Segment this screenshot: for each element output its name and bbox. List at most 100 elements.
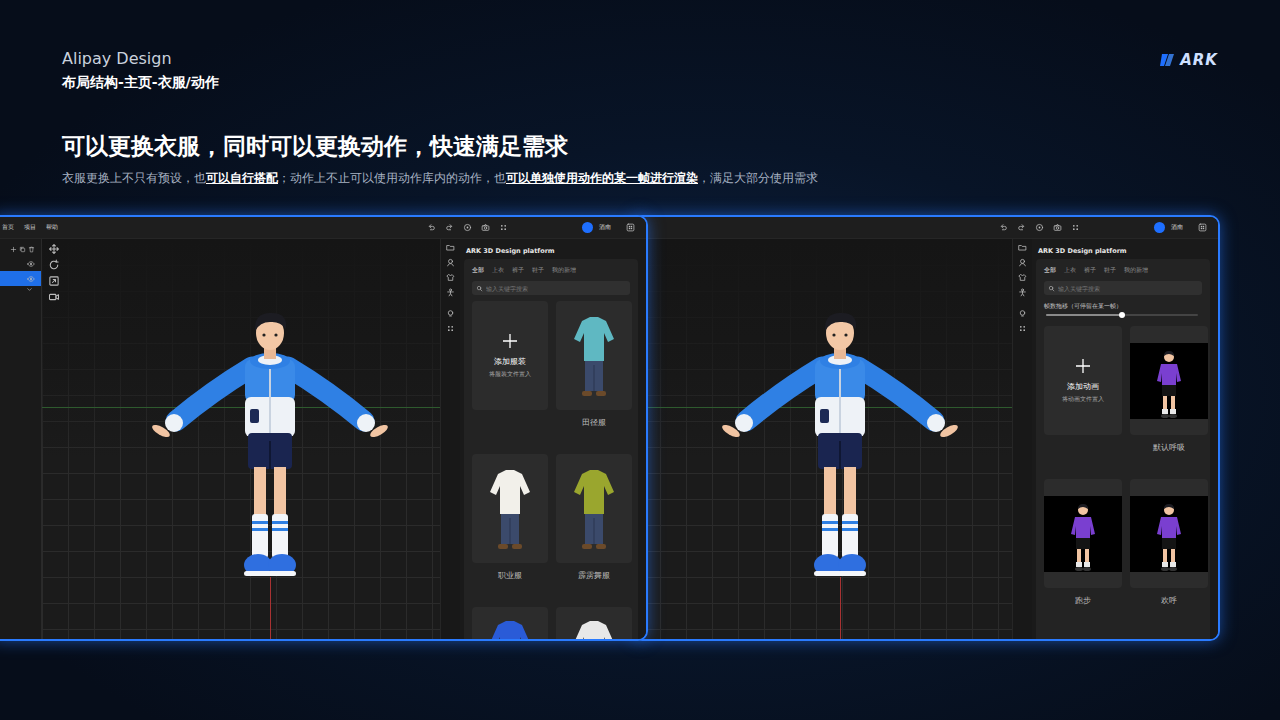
dots-icon[interactable] — [499, 223, 508, 232]
target-icon[interactable] — [1035, 223, 1044, 232]
camera-icon[interactable] — [481, 223, 490, 232]
search-input[interactable] — [1058, 285, 1198, 292]
asset-card[interactable] — [472, 607, 548, 639]
target-icon[interactable] — [463, 223, 472, 232]
apps-icon[interactable] — [1198, 223, 1207, 232]
eye-icon[interactable] — [27, 260, 35, 268]
undo-icon[interactable] — [427, 223, 436, 232]
asset-label: 霹雳舞服 — [556, 563, 632, 589]
head-icon[interactable] — [446, 258, 455, 267]
asset-card[interactable] — [472, 454, 548, 563]
intro: 可以更换衣服，同时可以更换动作，快速满足需求衣服更换上不只有预设，也可以自行搭配… — [0, 93, 1280, 187]
menu-item[interactable]: 首页 — [2, 223, 14, 232]
apps-button[interactable] — [1198, 223, 1207, 232]
viewport-3d[interactable] — [634, 239, 1012, 639]
add-card[interactable]: 添加动画将动画文件置入 — [1044, 326, 1122, 435]
undo-icon[interactable] — [999, 223, 1008, 232]
top-bar: 酒南 — [634, 217, 1218, 239]
frame-slider-knob[interactable] — [1119, 312, 1125, 318]
add-card-hint: 将动画文件置入 — [1062, 395, 1104, 404]
redo-icon[interactable] — [1017, 223, 1026, 232]
layer-row[interactable] — [0, 271, 41, 286]
head-icon[interactable] — [1018, 258, 1027, 267]
category-tabs: 全部上衣裤子鞋子我的新增 — [472, 265, 630, 275]
character-figure-icon[interactable] — [720, 309, 960, 589]
category-tab[interactable]: 我的新增 — [552, 265, 576, 275]
frame-slider-fill — [1046, 314, 1122, 316]
move-icon[interactable] — [48, 243, 60, 255]
header-titles: Alipay Design布局结构-主页-衣服/动作 — [62, 49, 219, 93]
section-title: 布局结构-主页-衣服/动作 — [62, 71, 219, 93]
category-tab[interactable]: 上衣 — [492, 265, 504, 275]
bulb-icon[interactable] — [446, 309, 455, 318]
top-bar: 首页 项目 帮助 酒南 — [0, 217, 646, 239]
dots-icon[interactable] — [1018, 324, 1027, 333]
add-card[interactable]: 添加服装将服装文件置入 — [472, 301, 548, 410]
dots-icon[interactable] — [446, 324, 455, 333]
asset-cell: 跑步 — [1044, 479, 1122, 632]
panel-icon-strip — [440, 239, 460, 639]
copy-icon[interactable] — [19, 246, 26, 253]
eye-icon[interactable] — [27, 275, 35, 283]
apps-button[interactable] — [626, 223, 635, 232]
folder-icon[interactable] — [1018, 243, 1027, 252]
chevron-icon[interactable] — [26, 286, 33, 293]
motion-figure-icon — [1149, 349, 1189, 419]
user-info[interactable]: 酒南 — [1154, 222, 1183, 233]
category-tab[interactable]: 上衣 — [1064, 265, 1076, 275]
asset-card[interactable] — [1130, 479, 1208, 588]
trash-icon[interactable] — [28, 246, 35, 253]
category-tab[interactable]: 全部 — [1044, 265, 1056, 275]
frame-slider-track[interactable] — [1046, 314, 1198, 316]
asset-card[interactable] — [556, 607, 632, 639]
category-tab[interactable]: 裤子 — [1084, 265, 1096, 275]
figure-icon[interactable] — [1018, 288, 1027, 297]
asset-grid: 添加服装将服装文件置入田径服职业服霹雳舞服 — [472, 301, 630, 639]
asset-cell: 田径服 — [556, 301, 632, 454]
video-icon[interactable] — [48, 291, 60, 303]
viewport-3d[interactable] — [42, 239, 440, 639]
bulb-icon[interactable] — [1018, 309, 1027, 318]
menu-item[interactable]: 项目 — [24, 223, 36, 232]
layer-expand[interactable] — [0, 286, 41, 298]
search-field[interactable] — [472, 281, 630, 295]
asset-card[interactable] — [556, 454, 632, 563]
user-info[interactable]: 酒南 — [582, 222, 611, 233]
shirt-icon[interactable] — [1018, 273, 1027, 282]
category-tab[interactable]: 裤子 — [512, 265, 524, 275]
camera-icon[interactable] — [1053, 223, 1062, 232]
menu-item[interactable]: 帮助 — [46, 223, 58, 232]
asset-card[interactable] — [1044, 479, 1122, 588]
description: 衣服更换上不只有预设，也可以自行搭配；动作上不止可以使用动作库内的动作，也可以单… — [62, 169, 1218, 187]
category-tab[interactable]: 我的新增 — [1124, 265, 1148, 275]
redo-icon[interactable] — [445, 223, 454, 232]
layer-row[interactable] — [0, 256, 41, 271]
y-axis-line — [270, 577, 271, 639]
panel-icon-strip — [1012, 239, 1032, 639]
shirt-icon[interactable] — [446, 273, 455, 282]
window-body: ARK 3D Design platform全部上衣裤子鞋子我的新增帧数拖移（可… — [634, 239, 1218, 639]
folder-icon[interactable] — [446, 243, 455, 252]
category-tab[interactable]: 鞋子 — [532, 265, 544, 275]
asset-card[interactable] — [556, 301, 632, 410]
add-card-title: 添加服装 — [494, 356, 526, 367]
dots-icon[interactable] — [1071, 223, 1080, 232]
category-tab[interactable]: 全部 — [472, 265, 484, 275]
slide-header: Alipay Design布局结构-主页-衣服/动作ARK — [0, 0, 1280, 93]
avatar[interactable] — [582, 222, 593, 233]
apps-icon[interactable] — [626, 223, 635, 232]
rotate-icon[interactable] — [48, 259, 60, 271]
motion-thumbnail — [1044, 496, 1122, 572]
figure-icon[interactable] — [446, 288, 455, 297]
transform-tools — [48, 243, 60, 303]
plus-icon[interactable] — [10, 246, 17, 253]
layers-panel — [0, 239, 42, 639]
character-figure-icon[interactable] — [150, 309, 390, 589]
avatar[interactable] — [1154, 222, 1165, 233]
asset-panel: ARK 3D Design platform全部上衣裤子鞋子我的新增添加服装将服… — [460, 239, 642, 639]
scale-icon[interactable] — [48, 275, 60, 287]
asset-card[interactable] — [1130, 326, 1208, 435]
search-field[interactable] — [1044, 281, 1202, 295]
search-input[interactable] — [486, 285, 626, 292]
category-tab[interactable]: 鞋子 — [1104, 265, 1116, 275]
